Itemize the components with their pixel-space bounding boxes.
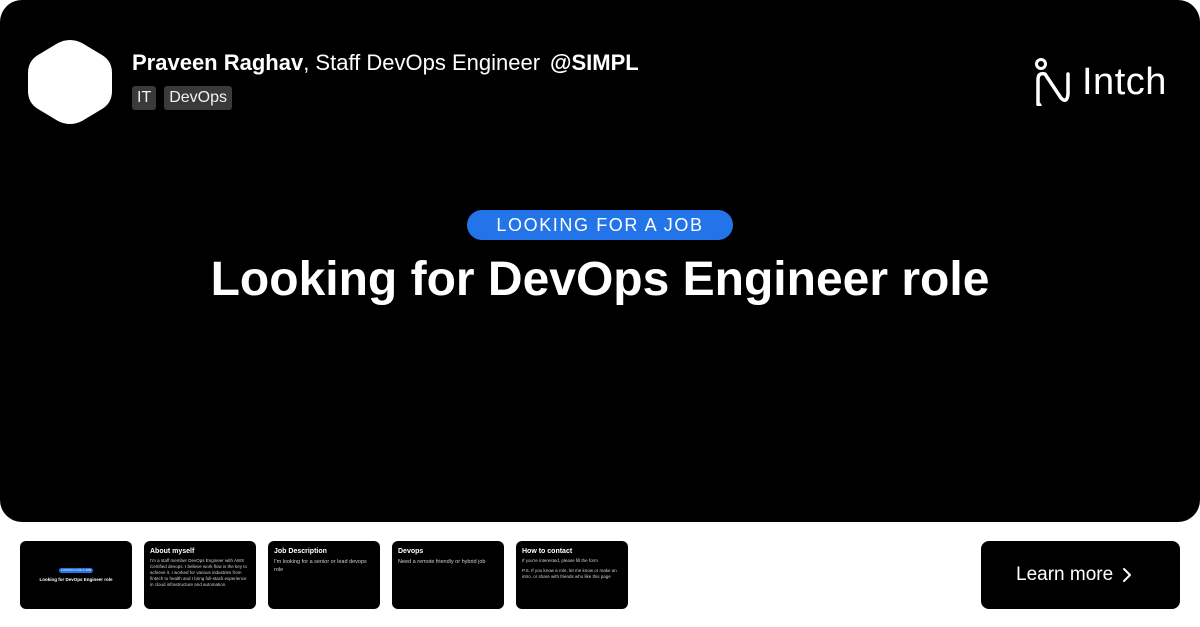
slide-thumbnails: LOOKING FOR A JOB Looking for DevOps Eng… <box>20 541 628 609</box>
post-card: Praveen Raghav, Staff DevOps Engineer @SI… <box>0 0 1200 522</box>
category-badge: LOOKING FOR A JOB <box>467 210 733 240</box>
avatar[interactable] <box>28 40 112 124</box>
brand-logo[interactable]: Intch <box>1034 58 1167 106</box>
tag-it[interactable]: IT <box>132 86 157 110</box>
slide-body: I'm a staff member DevOps Engineer with … <box>150 558 248 587</box>
learn-more-button[interactable]: Learn more <box>981 541 1180 609</box>
slide-title: How to contact <box>522 548 573 555</box>
slide-cover-pill: LOOKING FOR A JOB <box>59 568 93 573</box>
slide-thumbnail-job-description[interactable]: Job Description I'm looking for a senior… <box>268 541 380 609</box>
slide-title: About myself <box>150 548 195 555</box>
post-title: Looking for DevOps Engineer role <box>210 253 990 306</box>
author-company[interactable]: @SIMPL <box>550 50 639 75</box>
learn-more-label: Learn more <box>1016 564 1114 585</box>
slide-thumbnail-devops[interactable]: Devops Need a remote friendly or hybrid … <box>392 541 504 609</box>
brand-name: Intch <box>1082 60 1167 103</box>
chevron-right-icon <box>1123 568 1131 582</box>
author-line: Praveen Raghav, Staff DevOps Engineer @SI… <box>132 50 639 76</box>
tag-list: IT DevOps <box>132 86 233 110</box>
author-role: , Staff DevOps Engineer <box>303 50 541 75</box>
slide-body: Need a remote friendly or hybrid job <box>398 559 486 565</box>
slide-body: If you're interested, please fill the fo… <box>522 558 598 563</box>
slide-body: I'm looking for a senior or lead devops … <box>274 559 367 573</box>
tag-devops[interactable]: DevOps <box>164 86 233 110</box>
author-name[interactable]: Praveen Raghav <box>132 50 303 75</box>
slide-title: Devops <box>398 548 424 555</box>
slide-title: Job Description <box>274 548 327 555</box>
intch-logo-icon <box>1035 58 1070 106</box>
slide-thumbnail-about[interactable]: About myself I'm a staff member DevOps E… <box>144 541 256 609</box>
slide-body: P.S. If you know a role, let me know or … <box>522 568 617 579</box>
slide-cover-title: Looking for DevOps Engineer role <box>39 577 113 582</box>
slide-thumbnail-contact[interactable]: How to contact If you're interested, ple… <box>516 541 628 609</box>
slide-thumbnail-cover[interactable]: LOOKING FOR A JOB Looking for DevOps Eng… <box>20 541 132 609</box>
